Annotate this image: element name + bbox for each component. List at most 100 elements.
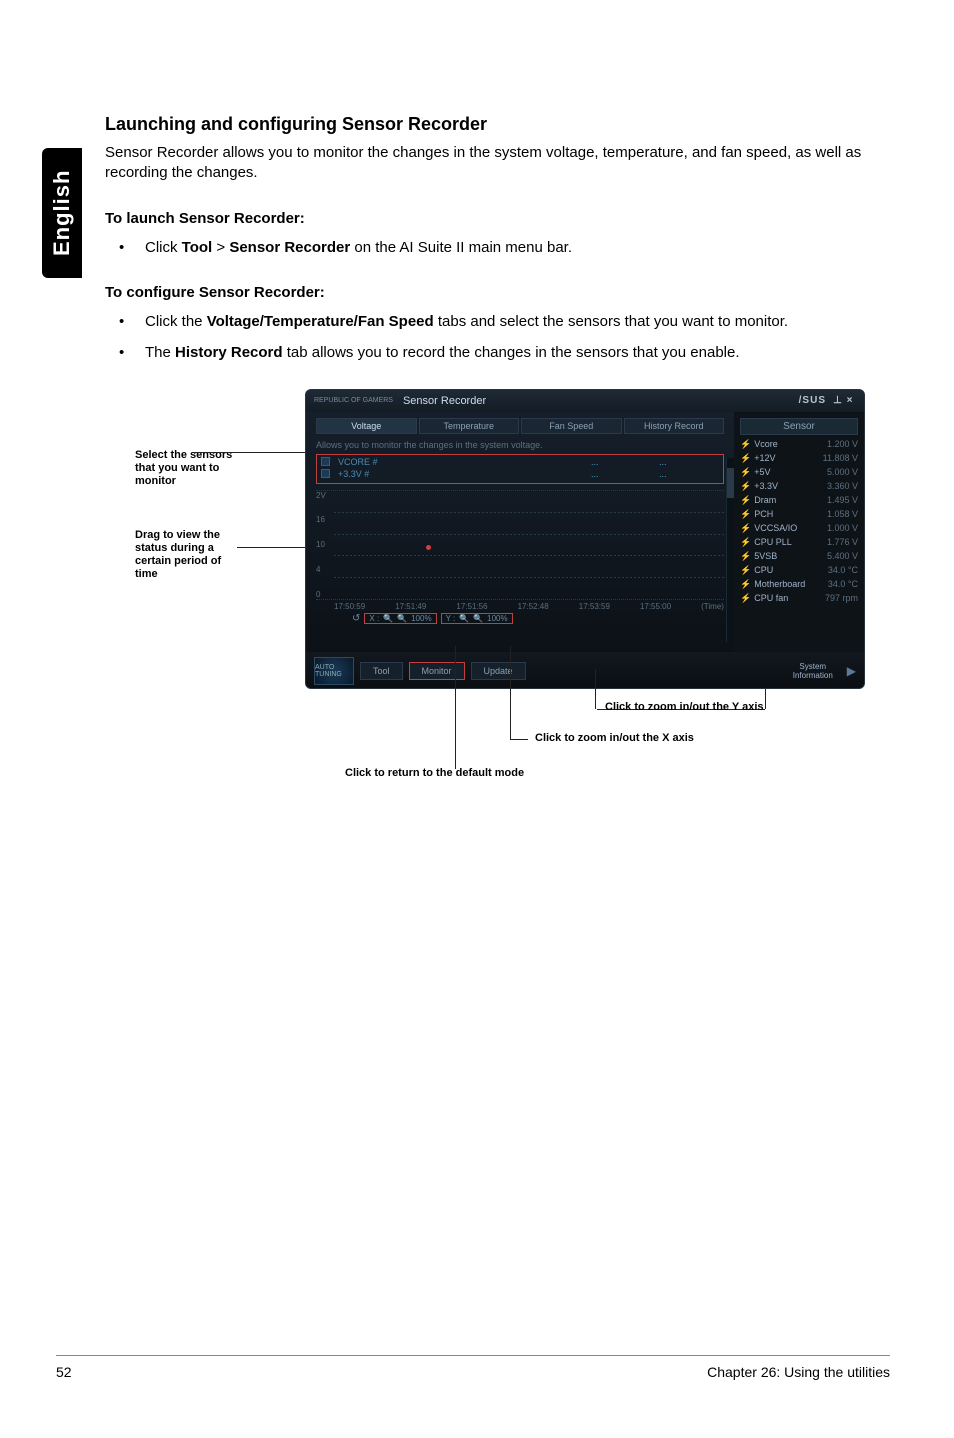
sensor-row[interactable]: VCORE # ... ... — [321, 457, 719, 467]
text: Click — [145, 239, 182, 256]
config-heading: To configure Sensor Recorder: — [105, 284, 891, 301]
tab-voltage[interactable]: Voltage — [316, 418, 417, 434]
callout-line — [455, 646, 456, 769]
sensor-name: CPU fan — [754, 593, 788, 603]
sensor-name: VCCSA/IO — [754, 523, 797, 533]
tool-button[interactable]: Tool — [360, 662, 403, 680]
callout-line — [765, 689, 766, 709]
language-tab: English — [42, 148, 82, 278]
y-tick: 0 — [316, 590, 326, 599]
zoom-in-icon[interactable]: 🔍 — [473, 614, 483, 623]
page-number: 52 — [56, 1364, 72, 1380]
system-info-button[interactable]: System Information — [783, 662, 843, 680]
sensor-value: 1.200 V — [827, 439, 858, 449]
text: tabs and select the sensors that you wan… — [434, 313, 788, 330]
sensor-name: +12V — [754, 453, 775, 463]
chapter-label: Chapter 26: Using the utilities — [707, 1364, 890, 1380]
text: > — [212, 239, 229, 256]
page-footer: 52 Chapter 26: Using the utilities — [56, 1355, 890, 1380]
auto-tuning-button[interactable]: AUTO TUNING — [314, 657, 354, 685]
sensor-reading: ⚡5VSB5.400 V — [740, 551, 858, 562]
bolt-icon: ⚡ — [740, 551, 751, 561]
sensor-value: 1.495 V — [827, 495, 858, 505]
sensor-value: 3.360 V — [827, 481, 858, 491]
bold: Sensor Recorder — [229, 239, 350, 256]
bold: History Record — [175, 344, 283, 361]
zoom-controls: ↺ X : 🔍🔍100% Y : 🔍🔍100% — [316, 613, 724, 624]
sensor-name: PCH — [754, 509, 773, 519]
text: on the AI Suite II main menu bar. — [350, 239, 572, 256]
sensor-label: VCORE # — [338, 457, 583, 467]
sensor-value: 1.058 V — [827, 509, 858, 519]
text: The — [145, 344, 175, 361]
config-bullet-1: Click the Voltage/Temperature/Fan Speed … — [105, 311, 891, 332]
sensor-row[interactable]: +3.3V # ... ... — [321, 469, 719, 479]
x-tick: 17:52:48 — [518, 602, 549, 611]
x-axis-label: (Time) — [701, 602, 724, 611]
tab-temperature[interactable]: Temperature — [419, 418, 520, 434]
config-bullet-2: The History Record tab allows you to rec… — [105, 342, 891, 363]
scroll-thumb[interactable] — [727, 468, 734, 498]
reset-icon[interactable]: ↺ — [352, 613, 360, 624]
app-title: Sensor Recorder — [403, 395, 486, 407]
section-title: Launching and configuring Sensor Recorde… — [105, 114, 891, 135]
checkbox[interactable] — [321, 469, 330, 478]
x-tick: 17:51:49 — [395, 602, 426, 611]
panel-description: Allows you to monitor the changes in the… — [316, 440, 724, 450]
chevron-right-icon[interactable]: ▶ — [847, 664, 856, 678]
y-tick: 4 — [316, 565, 326, 574]
zoom-x-control[interactable]: X : 🔍🔍100% — [364, 613, 436, 624]
tab-history-record[interactable]: History Record — [624, 418, 725, 434]
zoom-y-control[interactable]: Y : 🔍🔍100% — [441, 613, 513, 624]
brand-left: REPUBLIC OF GAMERS — [314, 397, 393, 404]
sensor-name: Vcore — [754, 439, 778, 449]
sensor-value: 11.808 V — [823, 453, 858, 463]
scrollbar[interactable] — [726, 458, 734, 642]
close-icon[interactable]: × — [844, 395, 856, 406]
callout-zoom-y: Click to zoom in/out the Y axis — [605, 701, 764, 713]
sensor-name: CPU PLL — [754, 537, 792, 547]
zoom-out-icon[interactable]: 🔍 — [383, 614, 393, 623]
bold: Tool — [182, 239, 213, 256]
x-tick: 17:53:59 — [579, 602, 610, 611]
launch-heading: To launch Sensor Recorder: — [105, 210, 891, 227]
callout-line — [193, 452, 318, 453]
label: X : — [369, 614, 379, 623]
sensor-name: Motherboard — [754, 579, 805, 589]
tab-fan-speed[interactable]: Fan Speed — [521, 418, 622, 434]
callout-line — [595, 669, 596, 709]
figure: Select the sensors that you want to moni… — [135, 389, 865, 809]
sensor-reading: ⚡PCH1.058 V — [740, 509, 858, 520]
brand-right: /SUS — [799, 395, 826, 406]
bolt-icon: ⚡ — [740, 467, 751, 477]
bolt-icon: ⚡ — [740, 593, 751, 603]
launch-bullet-1: Click Tool > Sensor Recorder on the AI S… — [105, 237, 891, 258]
x-tick: 17:51:56 — [456, 602, 487, 611]
sensor-reading: ⚡VCCSA/IO1.000 V — [740, 523, 858, 534]
sensor-reading: ⚡CPU PLL1.776 V — [740, 537, 858, 548]
sensor-header[interactable]: Sensor — [740, 418, 858, 435]
zoom-in-icon[interactable]: 🔍 — [397, 614, 407, 623]
checkbox[interactable] — [321, 457, 330, 466]
chart[interactable]: 2V 16 10 4 0 — [316, 490, 724, 600]
bolt-icon: ⚡ — [740, 481, 751, 491]
monitor-button[interactable]: Monitor — [409, 662, 465, 680]
main-content: Launching and configuring Sensor Recorde… — [105, 114, 891, 809]
callout-drag: Drag to view the status during a certain… — [135, 529, 245, 582]
update-button[interactable]: Update — [471, 662, 526, 680]
x-tick: 17:50:59 — [334, 602, 365, 611]
window-body: Voltage Temperature Fan Speed History Re… — [306, 412, 864, 652]
sensor-name: +5V — [754, 467, 770, 477]
sensor-name: Dram — [754, 495, 776, 505]
callout-line — [510, 739, 528, 740]
text: Click the — [145, 313, 207, 330]
pin-icon[interactable]: ⊥ — [832, 395, 844, 406]
zoom-out-icon[interactable]: 🔍 — [459, 614, 469, 623]
bold: Voltage/Temperature/Fan Speed — [207, 313, 434, 330]
intro-text: Sensor Recorder allows you to monitor th… — [105, 143, 891, 184]
bolt-icon: ⚡ — [740, 495, 751, 505]
sensor-value: 34.0 °C — [828, 579, 858, 589]
chart-marker[interactable] — [426, 545, 431, 550]
window-footer: AUTO TUNING Tool Monitor Update System I… — [306, 652, 864, 689]
sensor-reading: ⚡+3.3V3.360 V — [740, 481, 858, 492]
